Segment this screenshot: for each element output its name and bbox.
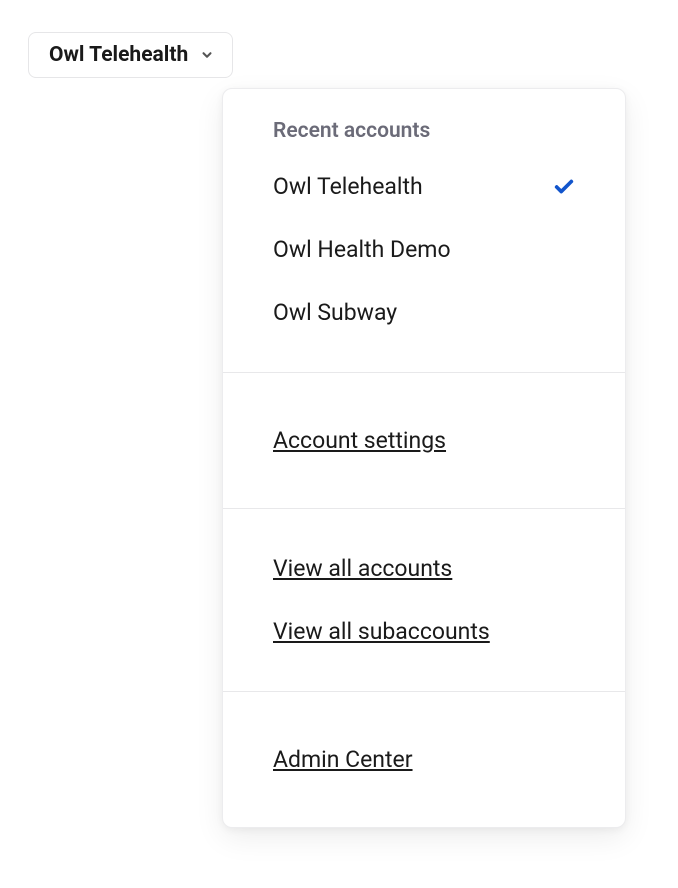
check-icon (553, 176, 575, 198)
account-item-owl-subway[interactable]: Owl Subway (223, 281, 625, 344)
recent-accounts-title: Recent accounts (223, 113, 625, 155)
view-accounts-section: View all accounts View all subaccounts (223, 509, 625, 692)
account-dropdown-label: Owl Telehealth (49, 43, 188, 67)
recent-accounts-section: Recent accounts Owl Telehealth Owl Healt… (223, 89, 625, 373)
account-dropdown-panel: Recent accounts Owl Telehealth Owl Healt… (222, 88, 626, 828)
account-settings-link[interactable]: Account settings (223, 409, 625, 472)
chevron-down-icon (200, 48, 214, 62)
account-settings-section: Account settings (223, 373, 625, 509)
account-item-label: Owl Subway (273, 299, 397, 326)
account-item-label: Owl Telehealth (273, 173, 423, 200)
account-item-owl-telehealth[interactable]: Owl Telehealth (223, 155, 625, 218)
view-all-accounts-link[interactable]: View all accounts (223, 537, 625, 600)
account-dropdown-trigger[interactable]: Owl Telehealth (28, 32, 233, 78)
account-item-owl-health-demo[interactable]: Owl Health Demo (223, 218, 625, 281)
account-item-label: Owl Health Demo (273, 236, 451, 263)
admin-center-link[interactable]: Admin Center (223, 728, 625, 791)
view-all-subaccounts-link[interactable]: View all subaccounts (223, 600, 625, 663)
admin-center-section: Admin Center (223, 692, 625, 827)
